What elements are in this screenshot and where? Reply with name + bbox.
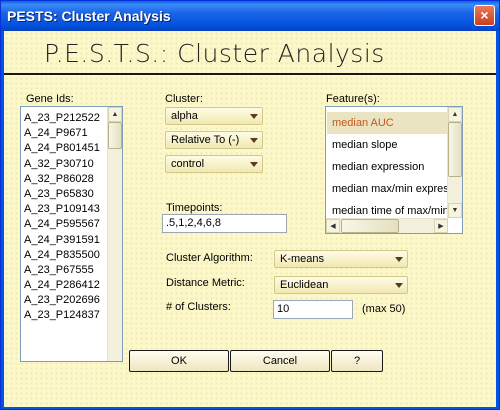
gene-ids-label: Gene Ids: bbox=[26, 93, 74, 105]
list-item[interactable]: A_32_P86028 bbox=[22, 172, 106, 187]
features-vscrollbar[interactable]: ▲ ▼ bbox=[447, 107, 462, 218]
num-clusters-input[interactable]: 10 bbox=[273, 300, 353, 319]
chevron-down-icon bbox=[250, 114, 258, 119]
num-clusters-hint: (max 50) bbox=[362, 303, 406, 315]
scroll-up-icon: ▲ bbox=[111, 111, 119, 118]
list-item[interactable]: A_24_P286412 bbox=[22, 278, 106, 293]
title-bar[interactable]: PESTS: Cluster Analysis × bbox=[1, 1, 499, 31]
cluster-select[interactable]: alpha bbox=[165, 107, 263, 125]
control-select[interactable]: control bbox=[165, 155, 263, 173]
list-item[interactable]: A_24_P801451 bbox=[22, 141, 106, 156]
window-title: PESTS: Cluster Analysis bbox=[7, 8, 171, 24]
hscroll-thumb[interactable] bbox=[341, 219, 399, 233]
feature-item[interactable]: median slope bbox=[327, 134, 462, 156]
timepoints-label: Timepoints: bbox=[166, 202, 223, 214]
cluster-algorithm-value: K-means bbox=[280, 253, 325, 265]
scroll-right-button[interactable]: ▶ bbox=[434, 219, 448, 233]
cluster-select-value: alpha bbox=[171, 110, 198, 122]
gene-ids-scrollbar[interactable]: ▲ bbox=[107, 107, 122, 361]
control-select-value: control bbox=[171, 158, 205, 170]
feature-item[interactable]: median expression bbox=[327, 156, 462, 178]
close-button[interactable]: × bbox=[474, 5, 495, 26]
distance-metric-label: Distance Metric: bbox=[166, 277, 245, 289]
feature-item[interactable]: median AUC bbox=[327, 112, 462, 134]
gene-ids-items: A_23_P212522 A_24_P9671 A_24_P801451 A_32_P… bbox=[22, 111, 106, 324]
ok-button[interactable]: OK bbox=[129, 350, 229, 372]
dialog-window: PESTS: Cluster Analysis × P.E.S.T.S.: Cl… bbox=[0, 0, 500, 410]
list-item[interactable]: A_24_P595567 bbox=[22, 217, 106, 232]
close-icon: × bbox=[480, 7, 489, 23]
distance-metric-value: Euclidean bbox=[280, 279, 329, 291]
cluster-label: Cluster: bbox=[165, 93, 203, 105]
features-listbox[interactable]: median AUC median slope median expression m… bbox=[325, 106, 463, 234]
chevron-down-icon bbox=[250, 138, 258, 143]
features-label: Feature(s): bbox=[326, 93, 380, 105]
gene-ids-listbox[interactable]: A_23_P212522 A_24_P9671 A_24_P801451 A_32_P… bbox=[20, 106, 123, 362]
list-item[interactable]: A_23_P65830 bbox=[22, 187, 106, 202]
list-item[interactable]: A_24_P391591 bbox=[22, 233, 106, 248]
features-hscrollbar[interactable]: ◀ ▶ bbox=[326, 218, 448, 233]
relative-to-select[interactable]: Relative To (-) bbox=[165, 131, 263, 149]
features-items: median AUC median slope median expression m… bbox=[327, 112, 462, 222]
list-item[interactable]: A_23_P212522 bbox=[22, 111, 106, 126]
relative-to-value: Relative To (-) bbox=[171, 134, 240, 146]
banner-divider bbox=[4, 73, 496, 75]
scroll-thumb[interactable] bbox=[448, 122, 462, 177]
banner-title: P.E.S.T.S.: Cluster Analysis bbox=[44, 39, 385, 68]
chevron-down-icon bbox=[250, 162, 258, 167]
chevron-down-icon bbox=[395, 283, 403, 288]
cancel-button[interactable]: Cancel bbox=[230, 350, 330, 372]
num-clusters-label: # of Clusters: bbox=[166, 301, 231, 313]
list-item[interactable]: A_23_P124837 bbox=[22, 308, 106, 323]
distance-metric-select[interactable]: Euclidean bbox=[274, 276, 408, 294]
list-item[interactable]: A_23_P202696 bbox=[22, 293, 106, 308]
feature-item[interactable]: median max/min expres bbox=[327, 178, 462, 200]
scroll-thumb[interactable] bbox=[108, 122, 122, 149]
scroll-left-button[interactable]: ◀ bbox=[326, 219, 340, 233]
scroll-left-icon: ◀ bbox=[330, 223, 336, 230]
list-item[interactable]: A_24_P835500 bbox=[22, 248, 106, 263]
list-item[interactable]: A_23_P109143 bbox=[22, 202, 106, 217]
scroll-down-button[interactable]: ▼ bbox=[448, 203, 462, 218]
timepoints-input[interactable]: .5,1,2,4,6,8 bbox=[162, 214, 287, 233]
help-button[interactable]: ? bbox=[331, 350, 383, 372]
scroll-up-icon: ▲ bbox=[451, 111, 459, 118]
cluster-algorithm-label: Cluster Algorithm: bbox=[166, 252, 253, 264]
scroll-up-button[interactable]: ▲ bbox=[108, 107, 122, 122]
list-item[interactable]: A_23_P67555 bbox=[22, 263, 106, 278]
list-item[interactable]: A_24_P9671 bbox=[22, 126, 106, 141]
dialog-content: P.E.S.T.S.: Cluster Analysis Gene Ids: A… bbox=[4, 31, 496, 407]
cluster-algorithm-select[interactable]: K-means bbox=[274, 250, 408, 268]
list-item[interactable]: A_32_P30710 bbox=[22, 157, 106, 172]
chevron-down-icon bbox=[395, 257, 403, 262]
scroll-up-button[interactable]: ▲ bbox=[448, 107, 462, 122]
scroll-down-icon: ▼ bbox=[451, 207, 459, 214]
scroll-right-icon: ▶ bbox=[438, 223, 444, 230]
